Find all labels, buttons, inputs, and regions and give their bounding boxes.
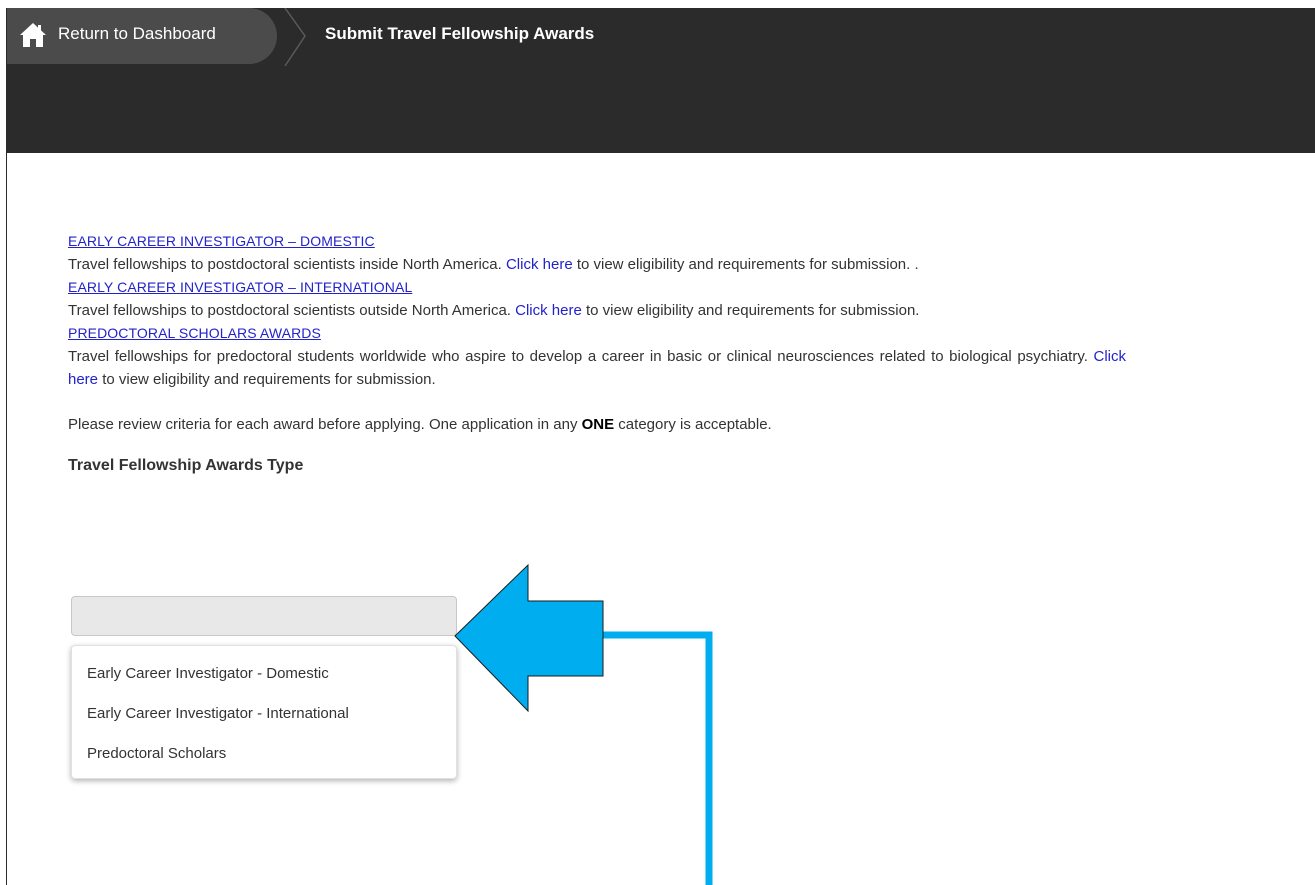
section-desc-text: to view eligibility and requirements for… bbox=[581, 302, 920, 319]
section-desc-text: Travel fellowships for predoctoral stude… bbox=[68, 348, 1094, 365]
review-notice-text: category is acceptable. bbox=[614, 416, 772, 433]
section-desc-ecid: Travel fellowships to postdoctoral scien… bbox=[68, 253, 1126, 276]
main-content: EARLY CAREER INVESTIGATOR – DOMESTIC Tra… bbox=[68, 230, 1126, 477]
click-here-link-ecii[interactable]: Click here bbox=[515, 302, 582, 319]
review-notice-emphasis: ONE bbox=[581, 416, 615, 433]
dropdown-option-ecid[interactable]: Early Career Investigator - Domestic bbox=[72, 654, 456, 694]
section-link-predoctoral[interactable]: PREDOCTORAL SCHOLARS AWARDS bbox=[68, 322, 1126, 345]
dropdown-option-ecii[interactable]: Early Career Investigator - Internationa… bbox=[72, 694, 456, 734]
section-desc-text: to view eligibility and requirements for… bbox=[572, 256, 919, 273]
award-type-dropdown: Early Career Investigator - Domestic Ear… bbox=[71, 645, 457, 779]
breadcrumb-chevron-icon bbox=[284, 8, 306, 67]
award-type-label: Travel Fellowship Awards Type bbox=[68, 457, 304, 474]
review-notice-text: Please review criteria for each award be… bbox=[68, 416, 582, 433]
section-desc-predoctoral: Travel fellowships for predoctoral stude… bbox=[68, 345, 1126, 391]
review-notice: Please review criteria for each award be… bbox=[68, 413, 1126, 436]
click-here-link-ecid[interactable]: Click here bbox=[506, 256, 573, 273]
award-type-select[interactable] bbox=[71, 596, 457, 636]
section-desc-text: to view eligibility and requirements for… bbox=[98, 371, 436, 388]
page-title: Submit Travel Fellowship Awards bbox=[325, 24, 595, 43]
return-to-dashboard-button[interactable]: Return to Dashboard bbox=[7, 8, 277, 64]
section-desc-text: Travel fellowships to postdoctoral scien… bbox=[68, 302, 516, 319]
home-icon bbox=[20, 23, 46, 47]
header-bar: Return to Dashboard Submit Travel Fellow… bbox=[7, 8, 1315, 153]
return-to-dashboard-label: Return to Dashboard bbox=[58, 24, 216, 43]
section-link-ecid[interactable]: EARLY CAREER INVESTIGATOR – DOMESTIC bbox=[68, 230, 1126, 253]
dropdown-option-predoctoral[interactable]: Predoctoral Scholars bbox=[72, 734, 456, 774]
section-desc-text: Travel fellowships to postdoctoral scien… bbox=[68, 256, 506, 273]
section-link-ecii[interactable]: EARLY CAREER INVESTIGATOR – INTERNATIONA… bbox=[68, 276, 1126, 299]
section-desc-ecii: Travel fellowships to postdoctoral scien… bbox=[68, 299, 1126, 322]
